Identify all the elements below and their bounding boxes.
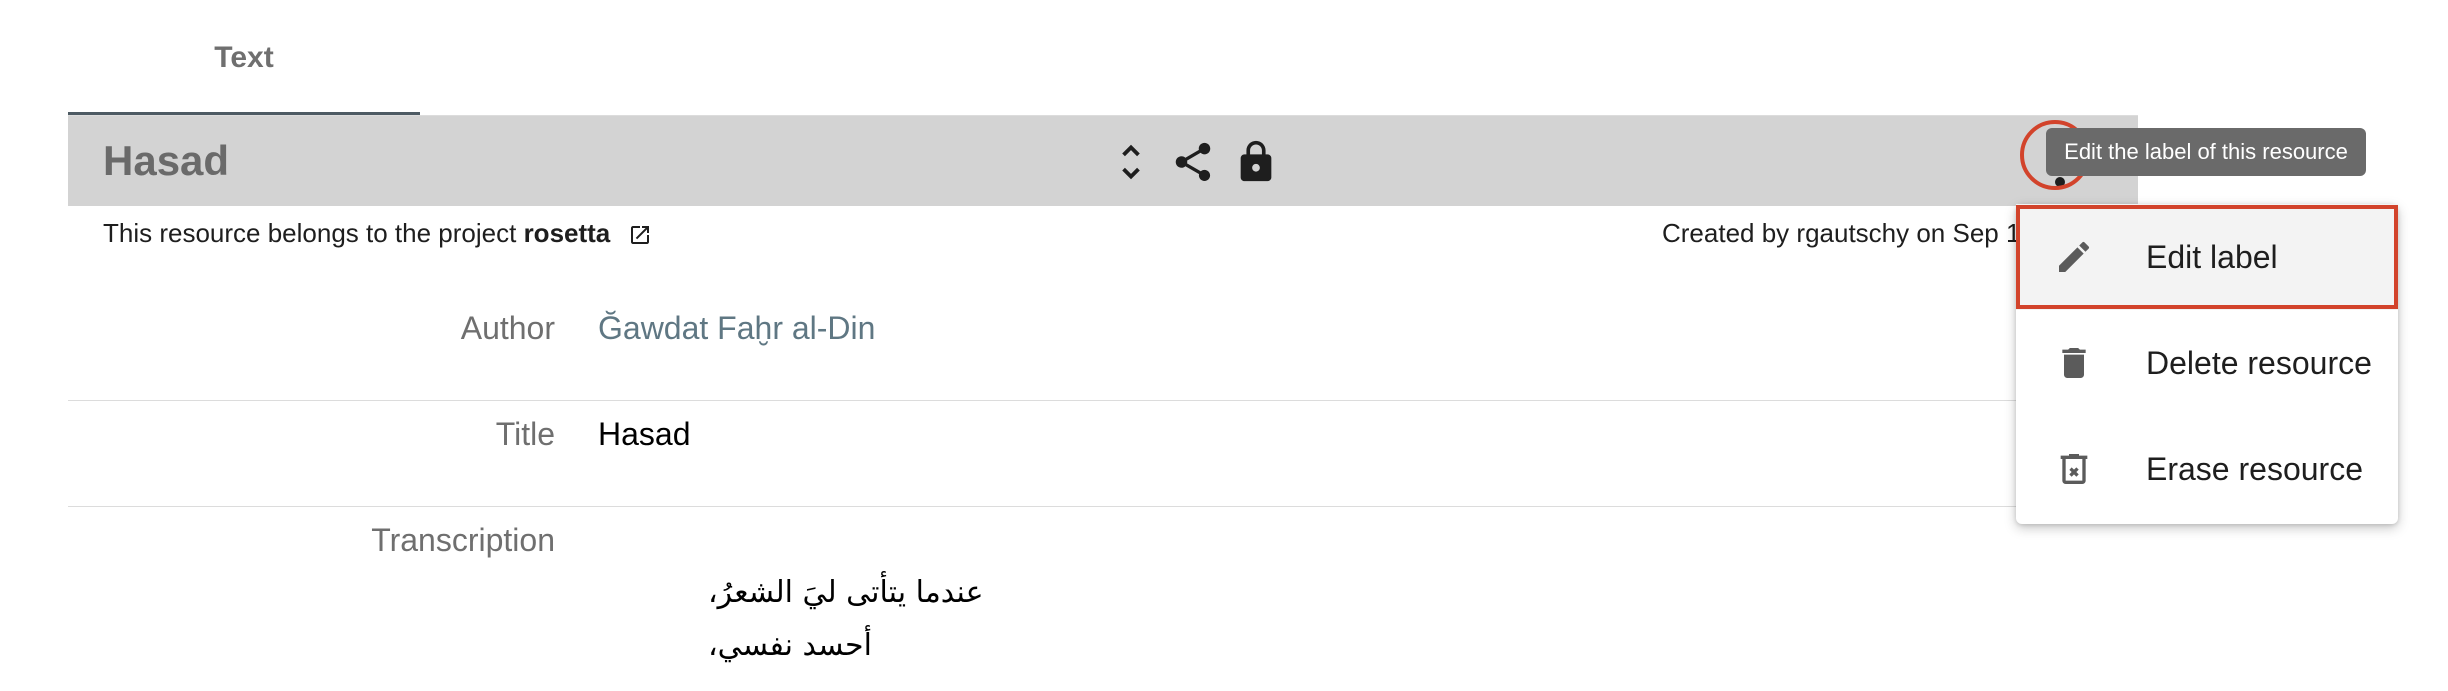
project-prefix: This resource belongs to the project bbox=[103, 218, 524, 248]
menu-item-label: Delete resource bbox=[2146, 344, 2372, 381]
menu-item-highlight bbox=[2016, 205, 2398, 309]
menu-item-erase-resource[interactable]: Erase resource bbox=[2016, 416, 2398, 522]
resource-header: Hasad bbox=[68, 116, 2138, 206]
project-link[interactable]: rosetta bbox=[524, 218, 611, 248]
resource-title: Hasad bbox=[103, 137, 230, 184]
row-divider bbox=[68, 400, 2138, 401]
transcription-label: Transcription bbox=[371, 522, 555, 558]
transcription-line: أحسد نفسي، bbox=[708, 628, 872, 663]
transcription-line: عندما يتأتى ليَ الشعرُ، bbox=[708, 575, 984, 610]
share-icon[interactable] bbox=[1169, 138, 1217, 186]
trash-x-icon bbox=[2054, 449, 2094, 489]
author-value[interactable]: Ğawdat Faḫr al-Din bbox=[598, 310, 875, 347]
title-label: Title bbox=[495, 416, 555, 452]
expand-collapse-icon[interactable] bbox=[1107, 138, 1155, 186]
title-value: Hasad bbox=[598, 416, 691, 452]
tooltip: Edit the label of this resource bbox=[2046, 128, 2366, 176]
project-info: This resource belongs to the project ros… bbox=[103, 218, 652, 249]
created-info: Created by rgautschy on Sep 1 bbox=[1662, 218, 2021, 248]
external-link-icon[interactable] bbox=[628, 223, 652, 247]
menu-item-label: Erase resource bbox=[2146, 450, 2363, 487]
lock-icon[interactable] bbox=[1232, 138, 1280, 186]
author-label: Author bbox=[460, 310, 555, 346]
tab-text[interactable]: Text bbox=[68, 0, 420, 116]
menu-item-delete-resource[interactable]: Delete resource bbox=[2016, 310, 2398, 416]
tab-text-label: Text bbox=[214, 41, 274, 74]
row-divider bbox=[68, 506, 2138, 507]
trash-icon bbox=[2054, 343, 2094, 383]
